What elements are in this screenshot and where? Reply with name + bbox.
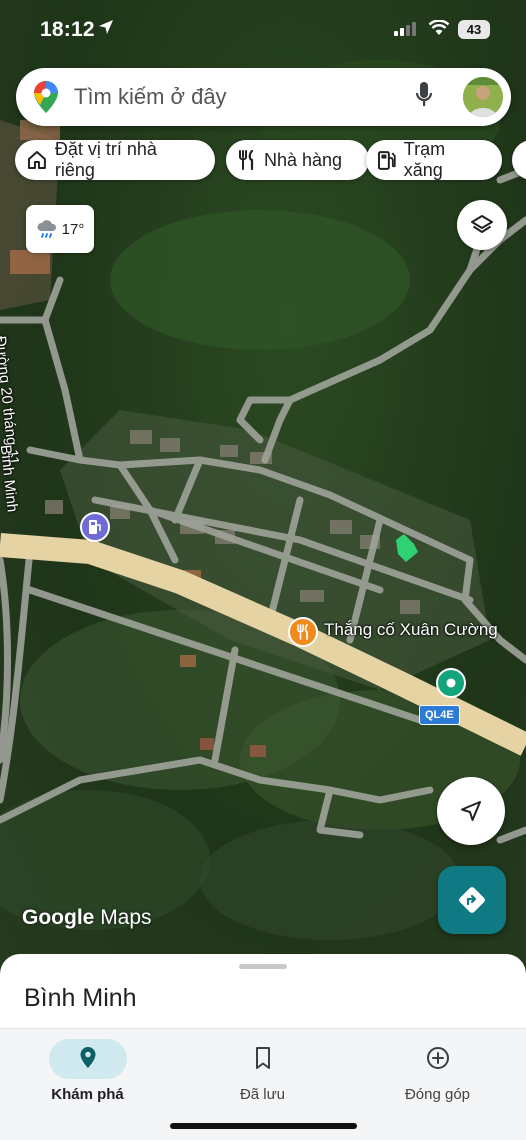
restaurant-poi-icon[interactable]: [288, 617, 318, 647]
poi-label[interactable]: Thắng cố Xuân Cường: [324, 620, 498, 640]
directions-icon: [459, 887, 485, 913]
bottom-sheet[interactable]: Bình Minh: [0, 954, 526, 1034]
weather-temperature: 17°: [61, 220, 85, 238]
place-poi-icon[interactable]: [436, 668, 466, 698]
chip-more[interactable]: [512, 140, 526, 180]
restaurant-icon: [239, 150, 254, 170]
road-shield: QL4E: [419, 705, 460, 725]
chip-label: Trạm xăng: [403, 139, 446, 180]
google-maps-pin-icon: [34, 81, 58, 118]
navigation-arrow-icon: [461, 801, 481, 821]
nav-label: Khám phá: [51, 1086, 124, 1103]
explore-pin-icon: [80, 1047, 95, 1068]
sheet-title: Bình Minh: [24, 984, 137, 1012]
home-icon: [27, 151, 46, 169]
battery-indicator: 43: [458, 20, 490, 39]
status-bar: 18:12 43: [0, 0, 526, 60]
attribution-google: Google: [22, 906, 95, 929]
google-maps-attribution: Google Maps: [22, 906, 152, 930]
layers-button[interactable]: [457, 200, 507, 250]
cellular-signal-icon: [394, 22, 416, 41]
microphone-icon[interactable]: [415, 82, 433, 115]
chip-gas-stations[interactable]: Trạm xăng: [366, 139, 502, 180]
wifi-icon: [428, 19, 450, 41]
gas-station-icon: [378, 151, 396, 170]
nav-contribute[interactable]: Đóng góp: [350, 1035, 525, 1115]
directions-button[interactable]: [438, 866, 506, 934]
nav-label: Đóng góp: [404, 1086, 471, 1103]
weather-badge[interactable]: 17°: [26, 205, 94, 253]
attribution-maps: Maps: [100, 906, 152, 929]
avatar[interactable]: [463, 77, 503, 117]
my-location-button[interactable]: [437, 777, 505, 845]
search-bar[interactable]: Tìm kiếm ở đây: [16, 68, 511, 126]
chip-set-home[interactable]: Đặt vị trí nhà riêng: [15, 139, 215, 180]
cloud-rain-icon: [37, 220, 56, 238]
add-circle-icon: [426, 1047, 449, 1069]
sheet-drag-handle[interactable]: [239, 964, 287, 969]
status-time: 18:12: [40, 18, 95, 41]
nav-label: Đã lưu: [239, 1086, 286, 1103]
chip-label: Nhà hàng: [264, 149, 343, 170]
location-arrow-icon: [97, 18, 115, 41]
home-indicator[interactable]: [170, 1123, 357, 1129]
nav-saved[interactable]: Đã lưu: [175, 1035, 350, 1115]
search-input[interactable]: Tìm kiếm ở đây: [74, 84, 227, 110]
chip-label: Đặt vị trí nhà riêng: [54, 139, 157, 180]
layers-icon: [471, 215, 493, 233]
gas-station-poi-icon[interactable]: [80, 512, 110, 542]
chip-restaurants[interactable]: Nhà hàng: [226, 140, 369, 180]
nav-explore[interactable]: Khám phá: [0, 1035, 175, 1115]
category-chips: Đặt vị trí nhà riêng Nhà hàng Trạm xăng: [15, 139, 526, 182]
bookmark-icon: [255, 1047, 270, 1069]
